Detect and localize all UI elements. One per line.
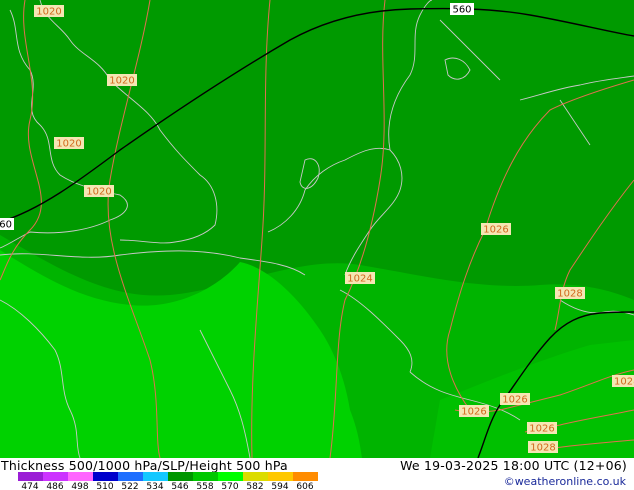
valid-time: We 19-03-2025 18:00 UTC (12+06) <box>400 458 627 473</box>
svg-text:1026: 1026 <box>483 225 508 236</box>
svg-text:1020: 1020 <box>86 187 111 198</box>
isobar-label: 1026 <box>481 223 511 236</box>
isobar-label: 1020 <box>107 74 137 87</box>
legend-swatch <box>93 472 119 481</box>
legend-swatch <box>293 472 318 481</box>
svg-text:1028: 1028 <box>557 289 582 300</box>
legend-tick-label: 498 <box>71 482 88 490</box>
isobar-label: 1026 <box>527 422 557 435</box>
isobar-label: 1020 <box>84 185 114 198</box>
legend-ticks: 474 486 498 510 522 534 546 558 570 582 594 606 <box>21 482 313 490</box>
legend-swatch <box>218 472 244 481</box>
legend-tick-label: 606 <box>296 482 313 490</box>
legend-swatch <box>68 472 94 481</box>
legend-swatch <box>168 472 194 481</box>
isobar-label: 1024 <box>345 272 375 285</box>
svg-text:1026: 1026 <box>461 407 486 418</box>
svg-text:1028: 1028 <box>614 377 634 388</box>
legend-tick-label: 594 <box>271 482 288 490</box>
legend-swatch <box>43 472 69 481</box>
isobar-label: 1020 <box>54 137 84 150</box>
isobar-label: 1020 <box>34 5 64 18</box>
legend-tick-label: 570 <box>221 482 238 490</box>
isobar-label: 1026 <box>500 393 530 406</box>
legend-swatch <box>193 472 219 481</box>
svg-text:1024: 1024 <box>347 274 372 285</box>
isobar-label: 1028 <box>528 441 558 454</box>
svg-text:1026: 1026 <box>502 395 527 406</box>
chart-title: Thickness 500/1000 hPa/SLP/Height 500 hP… <box>1 458 288 473</box>
legend-tick-label: 522 <box>121 482 138 490</box>
legend-swatch <box>268 472 294 481</box>
legend-tick-label: 510 <box>96 482 113 490</box>
height-label: 560 <box>0 218 14 231</box>
thickness-legend: 474 486 498 510 522 534 546 558 570 582 594 606 <box>18 472 318 490</box>
legend-tick-label: 474 <box>21 482 38 490</box>
legend-tick-label: 558 <box>196 482 213 490</box>
isobar-label: 1026 <box>459 405 489 418</box>
svg-text:1026: 1026 <box>529 424 554 435</box>
legend-swatch <box>18 472 44 481</box>
legend-swatch <box>118 472 144 481</box>
legend-color-bar <box>18 472 318 481</box>
svg-text:1020: 1020 <box>36 7 61 18</box>
svg-text:560: 560 <box>452 5 471 16</box>
svg-text:560: 560 <box>0 220 12 231</box>
svg-text:1020: 1020 <box>109 76 134 87</box>
legend-swatch <box>243 472 269 481</box>
weather-map: 1020 1020 1020 1020 1024 1026 1028 1026 … <box>0 0 634 458</box>
credit-link[interactable]: ©weatheronline.co.uk <box>504 475 626 488</box>
svg-text:1028: 1028 <box>530 443 555 454</box>
legend-swatch <box>143 472 169 481</box>
height-label: 560 <box>450 3 474 16</box>
isobar-label: 1028 <box>555 287 585 300</box>
isobar-label: 1028 <box>612 375 634 388</box>
svg-text:1020: 1020 <box>56 139 81 150</box>
legend-tick-label: 534 <box>146 482 163 490</box>
legend-tick-label: 486 <box>46 482 63 490</box>
legend-tick-label: 582 <box>246 482 263 490</box>
legend-tick-label: 546 <box>171 482 188 490</box>
